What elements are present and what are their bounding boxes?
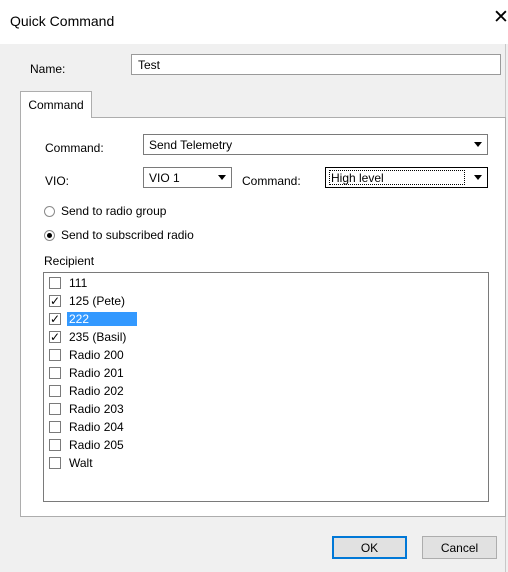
recipient-label: Recipient [44,254,95,268]
list-item[interactable]: ✓ 235 (Basil) [46,328,488,346]
radio-label: Send to radio group [61,204,167,218]
list-item-label: Radio 200 [69,348,124,362]
list-item[interactable]: Radio 204 [46,418,488,436]
radio-label: Send to subscribed radio [61,228,194,242]
ok-button[interactable]: OK [332,536,407,559]
chevron-down-icon[interactable] [214,169,230,186]
list-item-label: Radio 204 [69,420,124,434]
list-item[interactable]: Radio 200 [46,346,488,364]
checkbox[interactable] [49,277,61,289]
vio-select[interactable]: VIO 1 [143,167,232,188]
window-title: Quick Command [10,13,115,29]
list-item[interactable]: Radio 201 [46,364,488,382]
checkbox[interactable]: ✓ [49,331,61,343]
list-item-label: Radio 203 [69,402,124,416]
title-bar: Quick Command ✕ [0,0,508,44]
close-icon[interactable]: ✕ [493,8,508,28]
list-item[interactable]: 111 [46,274,488,292]
tab-command[interactable]: Command [20,91,92,118]
list-item-label: 111 [69,276,88,290]
name-label: Name: [30,62,66,76]
list-item-label: 222 [67,312,137,326]
list-item-label: Radio 202 [69,384,124,398]
cancel-button[interactable]: Cancel [422,536,497,559]
list-item[interactable]: Walt [46,454,488,472]
command-label: Command: [45,141,104,155]
checkbox[interactable] [49,457,61,469]
checkbox[interactable] [49,349,61,361]
checkbox[interactable] [49,421,61,433]
chevron-down-icon[interactable] [470,169,486,186]
checkbox[interactable] [49,403,61,415]
checkbox[interactable] [49,385,61,397]
list-item[interactable]: Radio 203 [46,400,488,418]
list-item[interactable]: Radio 202 [46,382,488,400]
subcommand-select-value: High level [331,171,384,185]
list-item[interactable]: Radio 205 [46,436,488,454]
list-item-label: Radio 201 [69,366,124,380]
list-item-label: Walt [69,456,93,470]
vio-label: VIO: [45,174,70,188]
list-item-label: 235 (Basil) [69,330,127,344]
list-item[interactable]: ✓ 222 [46,310,488,328]
list-item-label: Radio 205 [69,438,124,452]
radio-button[interactable] [44,206,55,217]
list-item-label: 125 (Pete) [69,294,126,308]
command-select[interactable]: Send Telemetry [143,134,488,155]
list-item[interactable]: ✓ 125 (Pete) [46,292,488,310]
command-select-value: Send Telemetry [149,138,233,152]
radio-button[interactable] [44,230,55,241]
checkbox[interactable]: ✓ [49,295,61,307]
checkbox[interactable] [49,367,61,379]
name-input[interactable] [131,54,501,75]
chevron-down-icon[interactable] [470,136,486,153]
subcommand-select[interactable]: High level [325,167,488,188]
vio-select-value: VIO 1 [149,171,180,185]
recipient-list[interactable]: 111 ✓ 125 (Pete) ✓ 222 ✓ 235 (Basil) Radio 200 R… [43,272,489,502]
checkbox[interactable] [49,439,61,451]
checkbox[interactable]: ✓ [49,313,61,325]
subcommand-label: Command: [242,174,301,188]
